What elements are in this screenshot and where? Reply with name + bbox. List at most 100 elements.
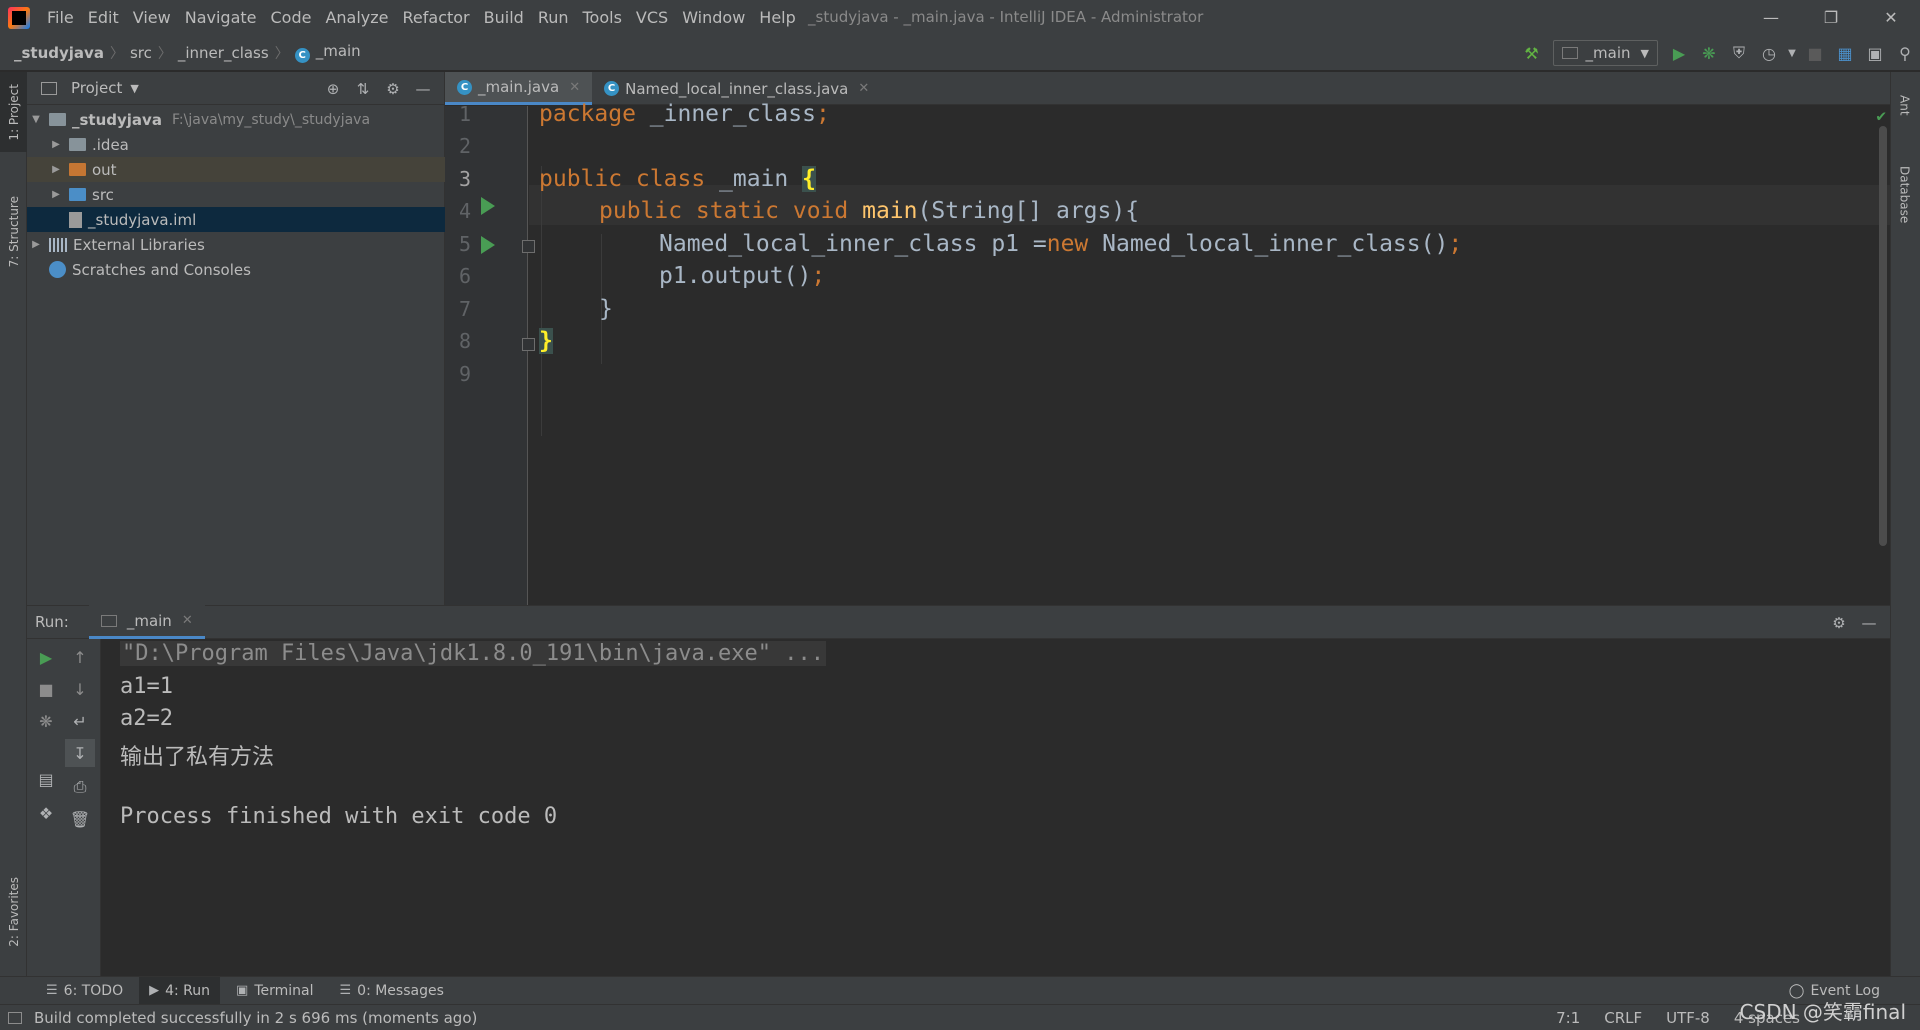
down-arrow-icon[interactable]: ↓ [65,675,95,703]
run-config-icon [100,614,117,627]
window-layout-icon[interactable]: ▣ [1860,35,1890,71]
restore-icon[interactable]: ❐ [1808,0,1854,35]
profile-icon[interactable]: ◷ [1754,35,1784,71]
fold-marker-icon[interactable] [522,240,535,253]
coverage-icon[interactable]: ⛨ [1724,35,1754,71]
menu-analyze[interactable]: Analyze [318,0,395,35]
run-gutter-icon[interactable] [481,236,495,254]
run-config-select[interactable]: _main ▼ [1552,40,1658,66]
hide-panel-icon[interactable]: — [408,80,438,98]
inspection-ok-icon[interactable]: ✔ [1876,106,1886,125]
menu-run[interactable]: Run [531,0,576,35]
up-arrow-icon[interactable]: ↑ [65,643,95,671]
tab-database[interactable]: Database [1891,150,1918,240]
chevron-right-icon: 〉 [274,45,289,62]
rerun-icon[interactable]: ▶ [31,643,61,671]
scroll-to-end-icon[interactable]: ↧ [65,739,95,767]
console-line: a1=1 [120,674,173,699]
close-tab-icon[interactable]: ✕ [858,81,869,96]
tab-project[interactable]: 1: Project [0,72,27,152]
menu-file[interactable]: File [40,0,81,35]
tree-item-project-root[interactable]: ▼ _studyjava F:\java\my_study\_studyjava [27,107,445,132]
tree-item-idea[interactable]: ▶ .idea [27,132,445,157]
excluded-folder-icon [69,163,86,176]
tree-item-src[interactable]: ▶ src [27,182,445,207]
menu-window[interactable]: Window [675,0,752,35]
status-message[interactable]: Build completed successfully in 2 s 696 … [8,1009,477,1027]
tool-tab-todo[interactable]: ☰ 6: TODO [36,977,133,1005]
menu-code[interactable]: Code [264,0,319,35]
trash-icon[interactable]: 🗑 [65,805,95,833]
layout-icon[interactable]: ▤ [31,765,61,793]
search-icon[interactable]: ⚲ [1890,35,1920,71]
debug-bug-icon[interactable]: ❋ [1694,35,1724,71]
line-number: 6 [458,264,472,288]
tab-ant[interactable]: Ant [1891,80,1918,130]
menu-build[interactable]: Build [477,0,531,35]
tab-structure[interactable]: 7: Structure [0,182,27,282]
run-console[interactable]: "D:\Program Files\Java\jdk1.8.0_191\bin\… [101,639,1890,976]
project-structure-icon[interactable]: ▦ [1830,35,1860,71]
gear-icon[interactable]: ⚙ [1824,614,1854,632]
soft-wrap-icon[interactable]: ↵ [65,707,95,735]
chevron-right-icon: ▶ [52,164,60,175]
intellij-logo-icon [8,6,30,29]
tree-item-iml[interactable]: _studyjava.iml [27,207,445,232]
tree-item-scratches[interactable]: Scratches and Consoles [27,257,445,282]
print-icon[interactable]: ⎙ [65,773,95,801]
run-tab-main[interactable]: _main ✕ [88,605,205,639]
line-number: 9 [458,362,472,386]
breadcrumb-package[interactable]: _inner_class [174,44,273,62]
line-number: 7 [458,297,472,321]
tree-item-out[interactable]: ▶ out [27,157,445,182]
project-view-title[interactable]: Project [71,79,122,97]
stop-icon[interactable]: ■ [31,675,61,703]
run-gutter-icon[interactable] [481,197,495,215]
menu-help[interactable]: Help [752,0,802,35]
tree-item-external-libraries[interactable]: ▶ External Libraries [27,232,445,257]
menu-refactor[interactable]: Refactor [396,0,477,35]
chevron-down-icon: ▼ [1640,46,1649,60]
debug-bug-icon[interactable]: ❋ [31,707,61,735]
tool-tab-run[interactable]: ▶ 4: Run [139,976,221,1005]
project-panel-header: Project ▼ ⊕ ⇅ ⚙ — [27,72,444,105]
breadcrumb-project[interactable]: _studyjava [10,44,108,62]
pin-icon[interactable]: ❖ [31,799,61,827]
file-encoding[interactable]: UTF-8 [1666,1009,1710,1027]
tool-tab-terminal[interactable]: ▣ Terminal [226,977,323,1005]
close-tab-icon[interactable]: ✕ [182,613,193,628]
close-icon[interactable]: ✕ [1868,0,1914,35]
class-icon: C [294,48,310,63]
tree-item-label: src [92,185,114,204]
tool-tab-messages[interactable]: ☰ 0: Messages [330,977,454,1005]
collapse-all-icon[interactable]: ⇅ [348,80,378,98]
chevron-down-icon[interactable]: ▼ [1784,35,1800,71]
tree-item-label: External Libraries [73,235,205,254]
caret-position[interactable]: 7:1 [1556,1009,1580,1027]
line-separator[interactable]: CRLF [1604,1009,1642,1027]
hide-panel-icon[interactable]: — [1854,614,1884,632]
locate-file-icon[interactable]: ⊕ [318,80,348,98]
run-panel-header: Run: _main ✕ ⚙ — [27,605,1890,639]
breadcrumb-src[interactable]: src [126,44,156,62]
fold-marker-icon[interactable] [522,338,535,351]
code-editor[interactable]: 1 2 3 4 5 6 7 8 9 package _inner_class; … [445,101,1890,605]
chevron-right-icon: ▶ [32,239,40,250]
menu-edit[interactable]: Edit [81,0,126,35]
menu-navigate[interactable]: Navigate [178,0,264,35]
editor-scrollbar[interactable] [1879,126,1887,546]
run-icon[interactable]: ▶ [1664,35,1694,71]
tab-favorites[interactable]: 2: Favorites [0,862,27,962]
chevron-down-icon[interactable]: ▼ [130,82,138,95]
stop-icon[interactable]: ■ [1800,35,1830,71]
menu-vcs[interactable]: VCS [629,0,675,35]
breadcrumb-class[interactable]: C _main [291,42,365,63]
run-tab-label: _main [126,611,172,630]
menu-view[interactable]: View [126,0,178,35]
build-hammer-icon[interactable]: ⚒ [1517,35,1547,71]
minimize-icon[interactable]: — [1748,0,1794,35]
gear-icon[interactable]: ⚙ [378,80,408,98]
close-tab-icon[interactable]: ✕ [569,80,580,95]
chevron-right-icon: 〉 [109,45,124,62]
menu-tools[interactable]: Tools [576,0,629,35]
